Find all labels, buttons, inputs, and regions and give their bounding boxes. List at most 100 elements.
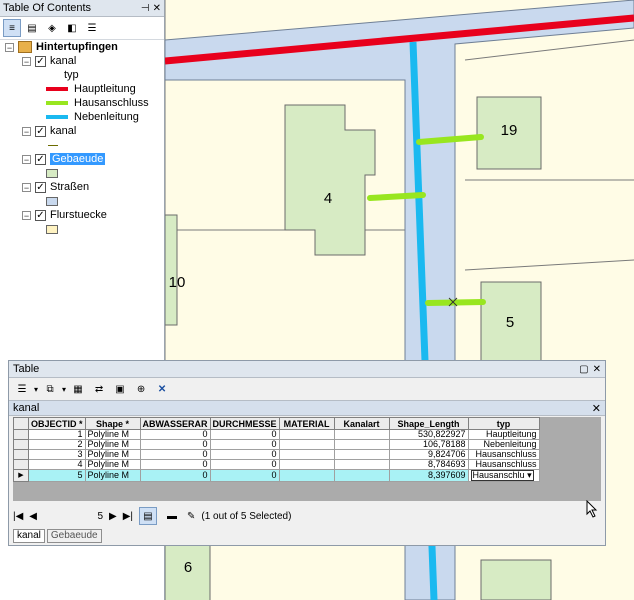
close-icon[interactable]: ✕ bbox=[153, 3, 161, 14]
cell-objectid[interactable]: 4 bbox=[28, 459, 86, 470]
layer-row-strassen[interactable]: − ✓ Straßen bbox=[22, 180, 89, 194]
options-button[interactable]: ☰ bbox=[83, 19, 101, 37]
collapse-icon[interactable]: − bbox=[22, 210, 31, 220]
column-header-abwasserar[interactable]: ABWASSERAR bbox=[139, 417, 211, 430]
attribute-grid-area[interactable]: OBJECTID * Shape * ABWASSERAR DURCHMESSE… bbox=[13, 417, 601, 501]
collapse-icon[interactable]: − bbox=[22, 182, 31, 192]
cell-abwasserar[interactable]: 0 bbox=[139, 459, 211, 470]
column-header-objectid[interactable]: OBJECTID * bbox=[28, 417, 86, 430]
row-selector[interactable] bbox=[13, 459, 29, 470]
record-position-input[interactable]: 5 bbox=[43, 511, 103, 522]
cell-objectid[interactable]: 3 bbox=[28, 449, 86, 460]
cell-abwasserar[interactable]: 0 bbox=[139, 439, 211, 450]
cell-kanalart[interactable] bbox=[333, 449, 390, 460]
pin-icon[interactable]: ⊣ bbox=[141, 3, 150, 14]
tab-gebaeude[interactable]: Gebaeude bbox=[46, 529, 102, 543]
cell-typ-dropdown[interactable]: Hausanschlu ▾ bbox=[467, 469, 540, 482]
cell-kanalart[interactable] bbox=[333, 469, 390, 482]
cell-shape[interactable]: Polyline M bbox=[84, 469, 141, 482]
cell-material[interactable] bbox=[278, 469, 335, 482]
delete-selected-icon[interactable]: ✕ bbox=[153, 380, 171, 398]
table-options-icon[interactable]: ☰ bbox=[13, 380, 31, 398]
column-header-typ[interactable]: typ bbox=[467, 417, 540, 430]
row-selector[interactable] bbox=[13, 439, 29, 450]
previous-record-icon[interactable]: ◀ bbox=[29, 511, 37, 522]
layer-row-gebaeude[interactable]: − ✓ Gebaeude bbox=[22, 152, 106, 166]
cell-abwasserar[interactable]: 0 bbox=[139, 429, 211, 440]
cell-kanalart[interactable] bbox=[333, 439, 390, 450]
cell-shape-length[interactable]: 530,822927 bbox=[388, 429, 469, 440]
last-record-icon[interactable]: ▶| bbox=[123, 511, 133, 522]
cell-kanalart[interactable] bbox=[333, 459, 390, 470]
close-icon[interactable]: ✕ bbox=[592, 402, 605, 415]
column-header-durchmesse[interactable]: DURCHMESSE bbox=[209, 417, 280, 430]
close-icon[interactable]: ✕ bbox=[593, 364, 601, 375]
chevron-down-icon[interactable]: ▾ bbox=[62, 385, 66, 394]
cell-durchmesse[interactable]: 0 bbox=[209, 429, 280, 440]
cell-material[interactable] bbox=[278, 439, 335, 450]
row-selector[interactable] bbox=[13, 449, 29, 460]
cell-durchmesse[interactable]: 0 bbox=[209, 439, 280, 450]
cell-shape-length[interactable]: 9,824706 bbox=[388, 449, 469, 460]
cell-shape-length[interactable]: 8,784693 bbox=[388, 459, 469, 470]
chevron-down-icon[interactable]: ▾ bbox=[527, 471, 532, 481]
list-by-selection-button[interactable]: ◧ bbox=[63, 19, 81, 37]
show-all-records-icon[interactable]: ▤ bbox=[139, 507, 157, 525]
layer-row-kanal-2[interactable]: − ✓ kanal bbox=[22, 124, 76, 138]
visibility-checkbox[interactable]: ✓ bbox=[35, 125, 46, 137]
table-row[interactable]: 1 Polyline M 0 0 530,822927 Hauptleitung bbox=[13, 429, 540, 440]
cell-material[interactable] bbox=[278, 459, 335, 470]
row-selector[interactable] bbox=[13, 429, 29, 440]
column-header-shape-length[interactable]: Shape_Length bbox=[388, 417, 469, 430]
collapse-icon[interactable]: − bbox=[22, 126, 31, 136]
cell-shape[interactable]: Polyline M bbox=[84, 449, 141, 460]
visibility-checkbox[interactable]: ✓ bbox=[35, 181, 46, 193]
visibility-checkbox[interactable]: ✓ bbox=[35, 209, 46, 221]
collapse-icon[interactable]: − bbox=[22, 56, 31, 66]
next-record-icon[interactable]: ▶ bbox=[109, 511, 117, 522]
related-tables-icon[interactable]: ⧉ bbox=[41, 380, 59, 398]
cell-shape-length[interactable]: 8,397609 bbox=[388, 469, 469, 482]
cell-shape-length[interactable]: 106,78188 bbox=[388, 439, 469, 450]
cell-objectid[interactable]: 1 bbox=[28, 429, 86, 440]
visibility-checkbox[interactable]: ✓ bbox=[35, 55, 46, 67]
select-by-attributes-icon[interactable]: ▦ bbox=[69, 380, 87, 398]
cell-shape[interactable]: Polyline M bbox=[84, 429, 141, 440]
first-record-icon[interactable]: |◀ bbox=[13, 511, 23, 522]
cell-abwasserar[interactable]: 0 bbox=[139, 469, 211, 482]
switch-selection-icon[interactable]: ⇄ bbox=[90, 380, 108, 398]
list-by-visibility-button[interactable]: ◈ bbox=[43, 19, 61, 37]
cell-material[interactable] bbox=[278, 449, 335, 460]
column-header-kanalart[interactable]: Kanalart bbox=[333, 417, 390, 430]
cell-objectid[interactable]: 5 bbox=[28, 469, 86, 482]
cell-abwasserar[interactable]: 0 bbox=[139, 449, 211, 460]
visibility-checkbox[interactable]: ✓ bbox=[35, 153, 46, 165]
clear-selection-icon[interactable]: ▣ bbox=[111, 380, 129, 398]
tab-kanal[interactable]: kanal bbox=[13, 529, 45, 543]
cell-kanalart[interactable] bbox=[333, 429, 390, 440]
show-selected-records-icon[interactable]: ▬ bbox=[163, 507, 181, 525]
table-row-selected[interactable]: ▶ 5 Polyline M 0 0 8,397609 Hausanschlu … bbox=[13, 469, 540, 482]
table-row[interactable]: 3 Polyline M 0 0 9,824706 Hausanschluss bbox=[13, 449, 540, 460]
layer-row-kanal[interactable]: − ✓ kanal bbox=[22, 54, 76, 68]
cell-objectid[interactable]: 2 bbox=[28, 439, 86, 450]
cell-durchmesse[interactable]: 0 bbox=[209, 449, 280, 460]
cell-durchmesse[interactable]: 0 bbox=[209, 459, 280, 470]
table-row[interactable]: 4 Polyline M 0 0 8,784693 Hausanschluss bbox=[13, 459, 540, 470]
cell-material[interactable] bbox=[278, 429, 335, 440]
layer-row-flurstuecke[interactable]: − ✓ Flurstuecke bbox=[22, 208, 107, 222]
table-row[interactable]: 2 Polyline M 0 0 106,78188 Nebenleitung bbox=[13, 439, 540, 450]
list-by-drawing-order-button[interactable]: ≡ bbox=[3, 19, 21, 37]
group-layer-row[interactable]: − Hintertupfingen bbox=[5, 40, 118, 54]
cell-shape[interactable]: Polyline M bbox=[84, 439, 141, 450]
column-header-shape[interactable]: Shape * bbox=[84, 417, 141, 430]
collapse-icon[interactable]: − bbox=[5, 42, 14, 52]
list-by-source-button[interactable]: ▤ bbox=[23, 19, 41, 37]
cell-typ[interactable]: Hausanschluss bbox=[467, 459, 540, 470]
collapse-icon[interactable]: − bbox=[22, 154, 31, 164]
restore-icon[interactable]: ▢ bbox=[579, 364, 588, 375]
cell-shape[interactable]: Polyline M bbox=[84, 459, 141, 470]
chevron-down-icon[interactable]: ▾ bbox=[34, 385, 38, 394]
cell-typ[interactable]: Hausanschluss bbox=[467, 449, 540, 460]
current-row-arrow-icon[interactable]: ▶ bbox=[13, 469, 29, 482]
